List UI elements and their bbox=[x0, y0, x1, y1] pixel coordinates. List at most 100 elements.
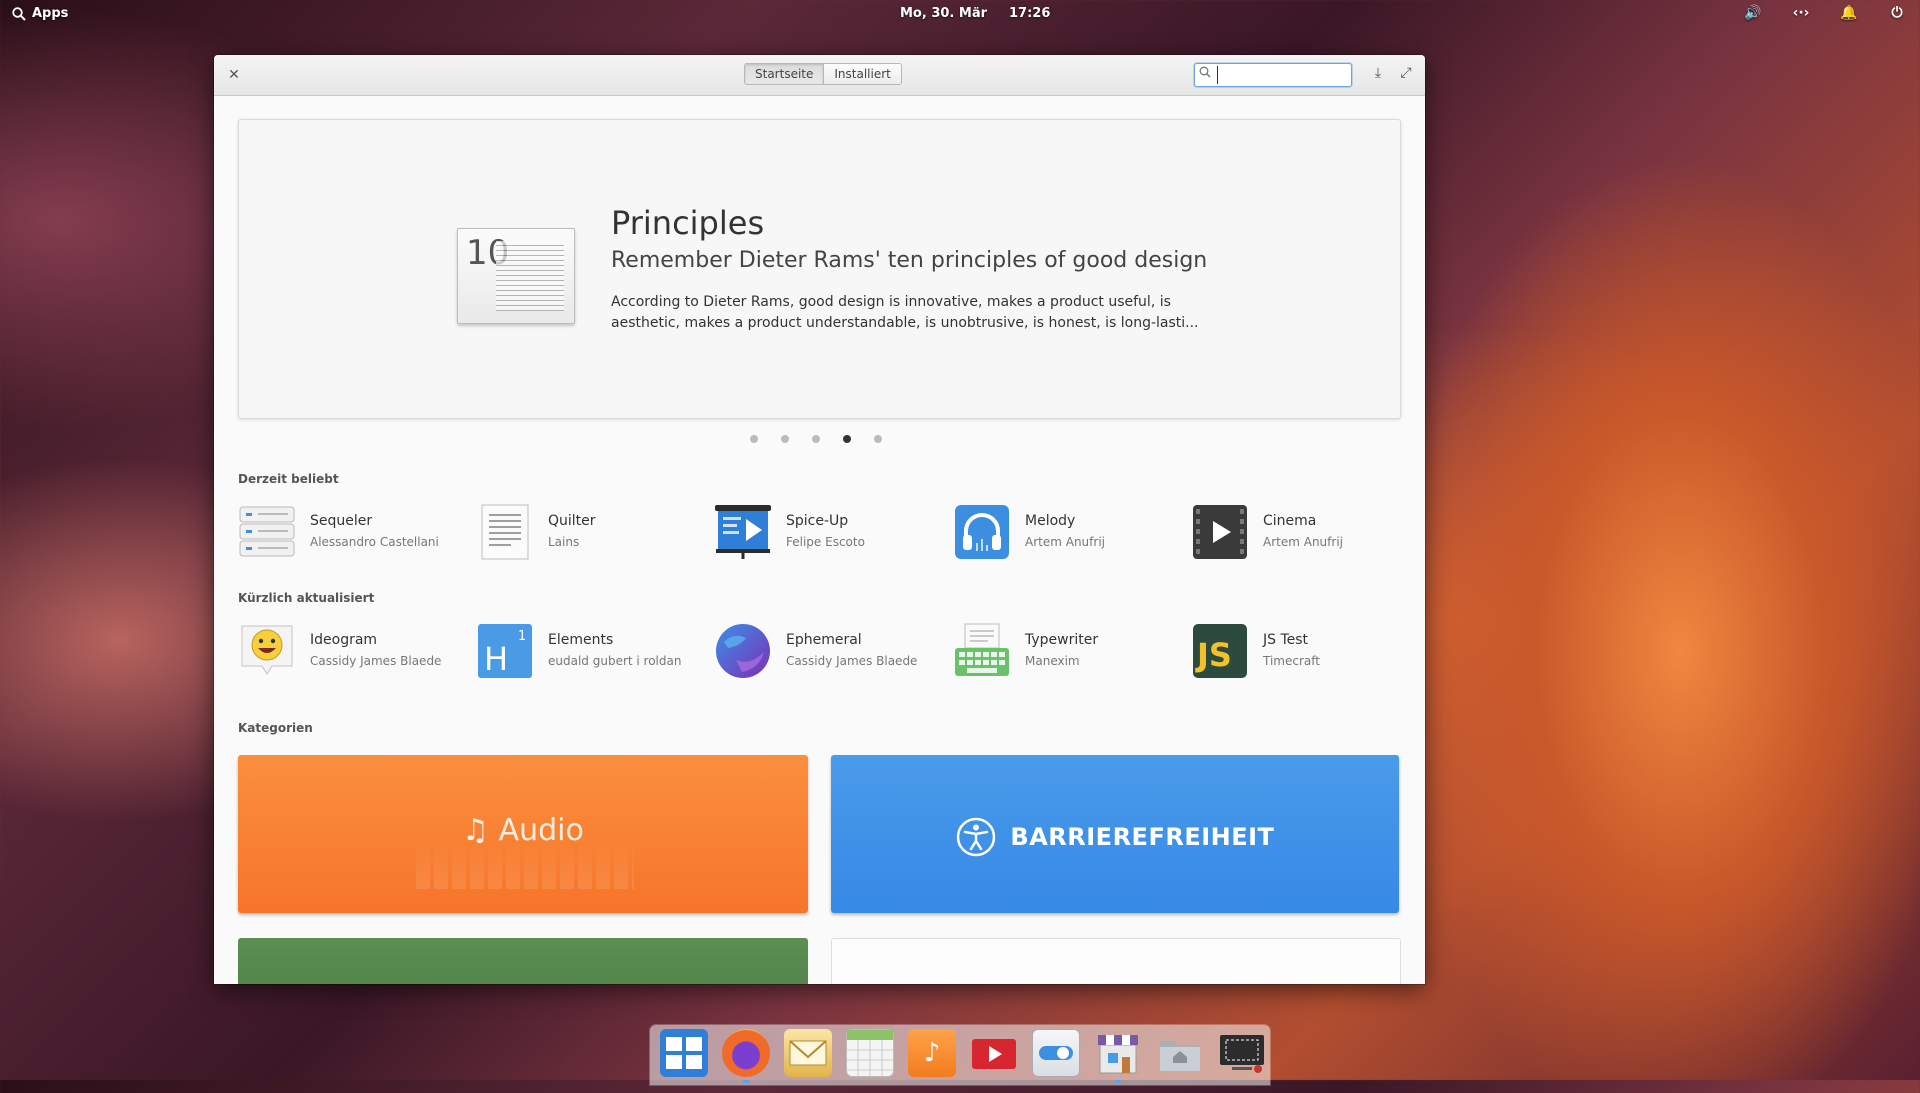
fullscreen-icon[interactable]: ⤢ bbox=[1397, 65, 1415, 81]
accessibility-icon bbox=[956, 817, 995, 857]
video-player-icon bbox=[1193, 505, 1247, 559]
app-name: Elements bbox=[548, 632, 614, 648]
app-name: Spice-Up bbox=[786, 513, 849, 529]
dock-videos-icon[interactable] bbox=[970, 1029, 1018, 1077]
page-dot-3[interactable] bbox=[812, 435, 820, 443]
power-icon[interactable]: ⏻ bbox=[1888, 5, 1906, 21]
appcenter-window: ✕ Startseite Installiert ⤓ ⤢ 10 Principl… bbox=[214, 55, 1425, 984]
dock: ♪ bbox=[650, 1025, 1270, 1085]
dock-calendar-icon[interactable] bbox=[846, 1029, 894, 1077]
banner-pagination bbox=[750, 435, 882, 443]
dock-appcenter-icon[interactable] bbox=[1094, 1029, 1142, 1083]
principles-app-icon: 10 bbox=[457, 228, 575, 324]
heading-icon: H 1 bbox=[478, 624, 532, 678]
notifications-icon[interactable]: 🔔 bbox=[1840, 5, 1858, 21]
top-panel: Apps Mo, 30. Mär 17:26 🔊 ‹·› 🔔 ⏻ bbox=[0, 0, 1920, 30]
app-author: Timecraft bbox=[1263, 654, 1320, 668]
apps-label: Apps bbox=[32, 6, 69, 21]
search-input[interactable] bbox=[1217, 66, 1348, 84]
category-audio-label: ♫ Audio bbox=[238, 813, 808, 848]
page-dot-1[interactable] bbox=[750, 435, 758, 443]
app-author: eudald gubert i roldan bbox=[548, 654, 682, 668]
globe-icon bbox=[716, 624, 770, 678]
svg-text:JS: JS bbox=[1195, 636, 1232, 674]
app-name: Quilter bbox=[548, 513, 596, 529]
search-icon bbox=[1199, 66, 1211, 82]
dock-mail-icon[interactable] bbox=[784, 1029, 832, 1077]
dock-multitasking-icon[interactable] bbox=[660, 1029, 708, 1077]
section-title-categories: Kategorien bbox=[238, 721, 313, 735]
page-dot-2[interactable] bbox=[781, 435, 789, 443]
keyboard-icon bbox=[955, 623, 1009, 676]
app-tile-sequeler[interactable]: Sequeler Alessandro Castellani bbox=[238, 503, 468, 563]
app-tile-elements[interactable]: H 1 Elements eudald gubert i roldan bbox=[476, 622, 706, 682]
app-author: Cassidy James Blaede bbox=[786, 654, 918, 668]
section-title-recent: Kürzlich aktualisiert bbox=[238, 591, 375, 605]
category-accessibility-label: BARRIEREFREIHEIT bbox=[831, 817, 1399, 857]
document-lines bbox=[496, 241, 564, 311]
js-icon: JS bbox=[1193, 624, 1247, 678]
section-title-popular: Derzeit beliebt bbox=[238, 472, 339, 486]
category-tile-white[interactable] bbox=[831, 938, 1401, 984]
headphones-icon bbox=[955, 505, 1009, 559]
view-mode-switcher: Startseite Installiert bbox=[744, 63, 902, 85]
app-tile-quilter[interactable]: Quilter Lains bbox=[476, 503, 706, 563]
search-icon bbox=[12, 6, 26, 21]
app-author: Cassidy James Blaede bbox=[310, 654, 442, 668]
app-name: Ideogram bbox=[310, 632, 378, 648]
app-author: Alessandro Castellani bbox=[310, 535, 439, 549]
running-indicator bbox=[743, 1080, 749, 1083]
equalizer-decoration bbox=[416, 843, 634, 889]
headerbar: ✕ Startseite Installiert ⤓ ⤢ bbox=[214, 55, 1425, 96]
app-tile-spice-up[interactable]: Spice-Up Felipe Escoto bbox=[714, 503, 944, 563]
network-icon[interactable]: ‹·› bbox=[1792, 5, 1810, 21]
applications-menu[interactable]: Apps bbox=[12, 6, 68, 21]
category-tile-green[interactable] bbox=[238, 938, 808, 984]
banner-description: According to Dieter Rams, good design is… bbox=[611, 294, 1199, 331]
page-dot-5[interactable] bbox=[874, 435, 882, 443]
emoji-icon bbox=[241, 625, 293, 675]
download-icon[interactable]: ⤓ bbox=[1369, 65, 1387, 81]
app-name: Ephemeral bbox=[786, 632, 862, 648]
page-dot-4[interactable] bbox=[843, 435, 851, 443]
tab-installiert[interactable]: Installiert bbox=[823, 64, 901, 84]
date-label: Mo, 30. Mär bbox=[900, 6, 988, 21]
presentation-icon bbox=[715, 505, 771, 559]
music-note-icon: ♫ bbox=[462, 813, 490, 848]
close-icon[interactable]: ✕ bbox=[224, 65, 244, 85]
category-accessibility-text: BARRIEREFREIHEIT bbox=[1010, 823, 1275, 851]
app-tile-cinema[interactable]: Cinema Artem Anufrij bbox=[1191, 503, 1421, 563]
time-label: 17:26 bbox=[1009, 6, 1051, 21]
dock-music-icon[interactable]: ♪ bbox=[908, 1029, 956, 1077]
app-name: Cinema bbox=[1263, 513, 1317, 529]
app-author: Felipe Escoto bbox=[786, 535, 865, 549]
app-tile-melody[interactable]: Melody Artem Anufrij bbox=[953, 503, 1183, 563]
dock-firefox-icon[interactable] bbox=[722, 1029, 770, 1083]
dock-screenshot-icon[interactable] bbox=[1218, 1029, 1266, 1077]
database-icon bbox=[239, 506, 295, 557]
featured-banner[interactable]: 10 Principles Remember Dieter Rams' ten … bbox=[238, 119, 1401, 419]
app-name: JS Test bbox=[1263, 632, 1309, 648]
app-name: Typewriter bbox=[1025, 632, 1099, 648]
app-author: Manexim bbox=[1025, 654, 1080, 668]
indicators: 🔊 ‹·› 🔔 ⏻ bbox=[1744, 5, 1906, 21]
dock-files-icon[interactable] bbox=[1156, 1029, 1204, 1077]
tab-startseite[interactable]: Startseite bbox=[745, 64, 824, 84]
app-tile-js-test[interactable]: JS JS Test Timecraft bbox=[1191, 622, 1421, 682]
banner-subtitle: Remember Dieter Rams' ten principles of … bbox=[611, 248, 1208, 273]
dock-settings-icon[interactable] bbox=[1032, 1029, 1080, 1077]
volume-icon[interactable]: 🔊 bbox=[1744, 5, 1762, 21]
svg-text:H: H bbox=[484, 640, 508, 678]
app-name: Sequeler bbox=[310, 513, 373, 529]
search-field[interactable] bbox=[1194, 63, 1352, 87]
datetime-indicator[interactable]: Mo, 30. Mär 17:26 bbox=[900, 6, 1050, 21]
running-indicator bbox=[1115, 1080, 1121, 1083]
app-author: Artem Anufrij bbox=[1025, 535, 1105, 549]
category-audio[interactable]: ♫ Audio bbox=[238, 755, 808, 913]
app-tile-ideogram[interactable]: Ideogram Cassidy James Blaede bbox=[238, 622, 468, 682]
svg-text:1: 1 bbox=[518, 629, 526, 644]
app-tile-ephemeral[interactable]: Ephemeral Cassidy James Blaede bbox=[714, 622, 944, 682]
category-accessibility[interactable]: BARRIEREFREIHEIT bbox=[831, 755, 1399, 913]
document-icon bbox=[481, 504, 529, 560]
app-tile-typewriter[interactable]: Typewriter Manexim bbox=[953, 622, 1183, 682]
